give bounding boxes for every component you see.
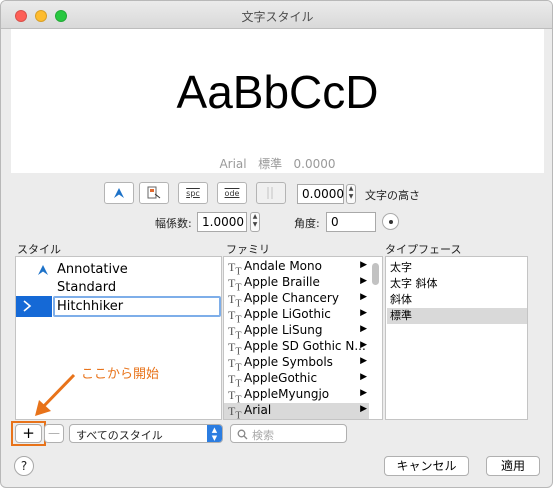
style-item-label: Standard (57, 280, 117, 295)
family-item[interactable]: TT Apple SD Gothic N... ▶ (224, 339, 369, 357)
remove-style-button[interactable]: — (44, 424, 64, 443)
text-height-label: 文字の高さ (365, 189, 420, 202)
family-list-scrollbar[interactable] (372, 263, 379, 285)
family-item-label: Apple Chancery (244, 291, 339, 305)
chevron-right-icon (23, 300, 32, 312)
family-item-selected[interactable]: TT Arial ▶ (224, 403, 369, 419)
oblique-angle-label: 角度: (294, 217, 320, 230)
window-title: 文字スタイル (241, 10, 314, 24)
select-arrows-icon: ▲ ▼ (207, 425, 222, 442)
search-placeholder: 検索 (252, 429, 274, 442)
width-factor-label: 幅係数: (155, 217, 192, 230)
family-item-label: Apple Symbols (244, 355, 333, 369)
vertical-text-icon (267, 187, 273, 199)
style-filter-select[interactable]: すべてのスタイル ▲ ▼ (69, 424, 223, 443)
spacing-toggle-button[interactable]: spc (178, 182, 208, 204)
submenu-arrow-icon: ▶ (360, 260, 367, 270)
typeface-item[interactable]: 太字 斜体 (387, 276, 527, 292)
family-list: TT Andale Mono ▶ TT Apple Braille ▶ TT Apple … (223, 256, 383, 420)
submenu-arrow-icon: ▶ (360, 340, 367, 350)
style-item-hitchhiker[interactable]: Hitchhiker (16, 296, 221, 317)
title-bar: 文字スタイル (1, 1, 552, 29)
selection-highlight (16, 296, 52, 317)
submenu-arrow-icon: ▶ (360, 292, 367, 302)
vertical-text-toggle-button[interactable] (256, 182, 286, 204)
annotative-toggle-button[interactable] (104, 182, 134, 204)
family-item[interactable]: TT Andale Mono ▶ (224, 259, 369, 277)
styles-header: スタイル (17, 243, 61, 256)
style-filter-value: すべてのスタイル (76, 429, 163, 442)
angle-dial[interactable] (382, 213, 399, 230)
cancel-button[interactable]: キャンセル (384, 456, 469, 476)
start-here-annotation: ここから開始 (81, 367, 160, 382)
submenu-arrow-icon: ▶ (360, 404, 367, 414)
family-item[interactable]: TT Apple LiGothic ▶ (224, 307, 369, 325)
style-item-label: Hitchhiker (57, 299, 124, 314)
width-factor-field[interactable]: 1.0000 (197, 212, 247, 232)
search-icon (237, 429, 248, 440)
family-item[interactable]: TT AppleMyungjo ▶ (224, 387, 369, 405)
annotative-icon (38, 265, 48, 275)
submenu-arrow-icon: ▶ (360, 276, 367, 286)
preview-font-style: 標準 (258, 157, 283, 171)
typeface-item-selected[interactable]: 標準 (387, 308, 527, 324)
backwards-text-icon (147, 186, 161, 199)
annotation-arrow-icon (35, 373, 76, 416)
style-item-label: Annotative (57, 262, 128, 277)
preview-sample-text: AaBbCcD (176, 66, 379, 118)
apply-button[interactable]: 適用 (486, 456, 540, 476)
preview-pane: AaBbCcD Arial 標準 0.0000 (11, 29, 544, 173)
typeface-item[interactable]: 斜体 (387, 292, 527, 308)
family-item-label: Apple Braille (244, 275, 320, 289)
upside-down-toggle-button[interactable]: ode (217, 182, 247, 204)
submenu-arrow-icon: ▶ (360, 356, 367, 366)
spc-label: spc (186, 188, 200, 198)
submenu-arrow-icon: ▶ (360, 372, 367, 382)
family-item-label: AppleMyungjo (244, 387, 330, 401)
submenu-arrow-icon: ▶ (360, 308, 367, 318)
typeface-header: タイプフェース (385, 243, 462, 256)
search-field[interactable]: 検索 (230, 424, 347, 443)
backwards-toggle-button[interactable] (139, 182, 169, 204)
help-button[interactable]: ? (14, 456, 34, 476)
angle-dial-knob-icon (389, 220, 393, 224)
typeface-item[interactable]: 太字 (387, 260, 527, 276)
preview-font-height: 0.0000 (293, 157, 336, 171)
family-header: ファミリ (226, 243, 270, 256)
family-item-label: Andale Mono (244, 259, 322, 273)
family-item[interactable]: TT AppleGothic ▶ (224, 371, 369, 389)
submenu-arrow-icon: ▶ (360, 388, 367, 398)
add-style-button[interactable]: + (15, 424, 42, 443)
family-item[interactable]: TT Apple Chancery ▶ (224, 291, 369, 309)
style-item-annotative[interactable]: Annotative (16, 261, 221, 280)
ode-label: ode (224, 188, 240, 198)
family-item[interactable]: TT Apple LiSung ▶ (224, 323, 369, 341)
family-item[interactable]: TT Apple Symbols ▶ (224, 355, 369, 373)
text-height-stepper[interactable]: ▲ ▼ (346, 184, 356, 204)
preview-font-name: Arial (219, 157, 247, 171)
family-item-label: AppleGothic (244, 371, 318, 385)
text-style-dialog: 文字スタイル AaBbCcD Arial 標準 0.0000 spc ode 0… (0, 0, 553, 488)
width-factor-stepper[interactable]: ▲ ▼ (250, 212, 260, 232)
family-item-label: Apple SD Gothic N... (244, 339, 366, 353)
preview-font-info: Arial 標準 0.0000 (11, 155, 544, 172)
truetype-icon: TT (228, 404, 242, 420)
typeface-list: 太字 太字 斜体 斜体 標準 (385, 256, 528, 420)
family-item[interactable]: TT Apple Braille ▶ (224, 275, 369, 293)
text-height-field[interactable]: 0.0000 (297, 184, 344, 204)
submenu-arrow-icon: ▶ (360, 324, 367, 334)
oblique-angle-field[interactable]: 0 (326, 212, 376, 232)
family-item-label: Apple LiGothic (244, 307, 331, 321)
family-item-label: Apple LiSung (244, 323, 323, 337)
style-name-edit-field[interactable]: Hitchhiker (53, 296, 221, 317)
family-item-label: Arial (244, 403, 272, 417)
annotative-icon (114, 188, 124, 198)
